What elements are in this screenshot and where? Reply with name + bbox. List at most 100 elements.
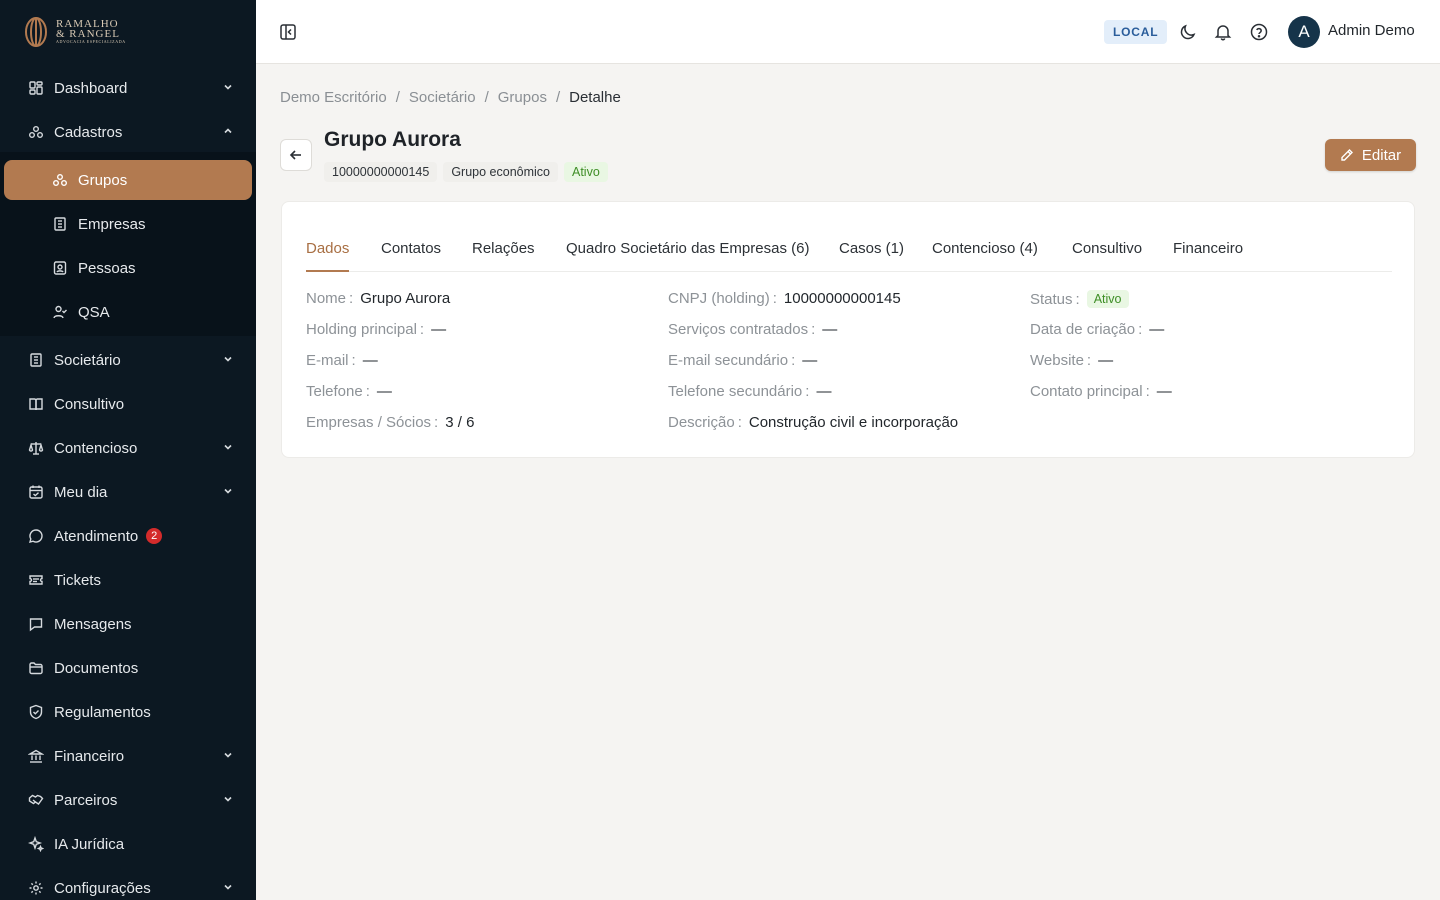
sidebar-subitem-label: Grupos — [78, 171, 128, 189]
sidebar-toggle-icon[interactable] — [278, 22, 298, 42]
tab-relacoes[interactable]: Relações — [472, 240, 535, 257]
field-value: Grupo Aurora — [360, 290, 451, 307]
sidebar-item-ia-juridica[interactable]: IA Jurídica — [0, 824, 256, 864]
dashboard-icon — [28, 80, 44, 96]
chat-icon — [28, 528, 44, 544]
field-value: — — [1156, 383, 1172, 400]
sidebar-item-consultivo[interactable]: Consultivo — [0, 384, 256, 424]
tab-financeiro[interactable]: Financeiro — [1173, 240, 1243, 257]
status-badge: Ativo — [1086, 290, 1129, 308]
sidebar-item-label: Dashboard — [54, 79, 128, 97]
field-empresas-socios: Empresas / Sócios: 3 / 6 — [306, 414, 475, 431]
sidebar-item-label: Tickets — [54, 571, 101, 589]
sidebar-subitem-pessoas[interactable]: Pessoas — [4, 248, 252, 288]
sidebar-subitem-label: QSA — [78, 303, 110, 321]
bell-icon[interactable] — [1213, 22, 1233, 42]
bank-icon — [28, 748, 44, 764]
field-data-criacao: Data de criação: — — [1030, 321, 1165, 338]
sidebar-item-label: Contencioso — [54, 439, 138, 457]
gear-icon — [28, 880, 44, 896]
brand-logo[interactable]: RAMALHO & RANGEL ADVOCACIA ESPECIALIZADA — [0, 0, 256, 64]
sidebar-item-label: Configurações — [54, 879, 151, 897]
field-value: — — [816, 383, 832, 400]
edit-button[interactable]: Editar — [1325, 139, 1416, 171]
status-badge: Ativo — [564, 162, 608, 182]
breadcrumb-current: Detalhe — [569, 89, 621, 106]
chevron-down-icon — [222, 881, 234, 893]
header-meta: 10000000000145 Grupo econômico Ativo — [324, 162, 608, 182]
field-value: — — [431, 321, 447, 338]
field-website: Website: — — [1030, 352, 1114, 369]
field-label: Data de criação — [1030, 321, 1136, 338]
sidebar-item-mensagens[interactable]: Mensagens — [0, 604, 256, 644]
field-value: — — [822, 321, 838, 338]
sidebar-item-regulamentos[interactable]: Regulamentos — [0, 692, 256, 732]
moon-icon[interactable] — [1178, 22, 1198, 42]
shield-icon — [28, 704, 44, 720]
sidebar-item-documentos[interactable]: Documentos — [0, 648, 256, 688]
field-label: Telefone — [306, 383, 363, 400]
tab-contatos[interactable]: Contatos — [381, 240, 441, 257]
field-label: E-mail — [306, 352, 349, 369]
sidebar-item-tickets[interactable]: Tickets — [0, 560, 256, 600]
tab-dados[interactable]: Dados — [306, 240, 349, 257]
sidebar-item-parceiros[interactable]: Parceiros — [0, 780, 256, 820]
field-holding-principal: Holding principal: — — [306, 321, 447, 338]
book-icon — [28, 396, 44, 412]
sidebar-item-meu-dia[interactable]: Meu dia — [0, 472, 256, 512]
field-value: — — [362, 352, 378, 369]
sidebar-item-financeiro[interactable]: Financeiro — [0, 736, 256, 776]
sidebar-item-contencioso[interactable]: Contencioso — [0, 428, 256, 468]
breadcrumb-link[interactable]: Societário — [409, 89, 476, 106]
field-cnpj-holding: CNPJ (holding): 10000000000145 — [668, 290, 901, 307]
field-value: — — [1149, 321, 1165, 338]
breadcrumb-link[interactable]: Demo Escritório — [280, 89, 387, 106]
chevron-up-icon — [222, 125, 234, 137]
help-icon[interactable] — [1249, 22, 1269, 42]
sidebar-item-dashboard[interactable]: Dashboard — [0, 68, 256, 108]
notification-count-badge: 2 — [146, 528, 163, 544]
folder-icon — [28, 660, 44, 676]
page-title: Grupo Aurora — [324, 128, 461, 151]
edit-button-label: Editar — [1361, 146, 1402, 164]
field-label: Empresas / Sócios — [306, 414, 432, 431]
tab-quadro-societario[interactable]: Quadro Societário das Empresas (6) — [566, 240, 809, 257]
environment-badge: LOCAL — [1104, 20, 1168, 44]
groups-icon — [28, 124, 44, 140]
field-label: Serviços contratados — [668, 321, 809, 338]
sidebar-subitem-grupos[interactable]: Grupos — [4, 160, 252, 200]
tab-contencioso[interactable]: Contencioso (4) — [932, 240, 1038, 257]
user-name[interactable]: Admin Demo — [1328, 22, 1415, 39]
sidebar-subitem-qsa[interactable]: QSA — [4, 292, 252, 332]
user-check-icon — [52, 304, 68, 320]
brand-name-line2: & RANGEL — [56, 28, 120, 40]
back-button[interactable] — [280, 139, 312, 171]
chevron-down-icon — [222, 81, 234, 93]
field-label: E-mail secundário — [668, 352, 789, 369]
chevron-down-icon — [222, 441, 234, 453]
sidebar-item-configuracoes[interactable]: Configurações — [0, 868, 256, 900]
sidebar-item-cadastros[interactable]: Cadastros — [0, 112, 256, 152]
sidebar-item-label: Societário — [54, 351, 121, 369]
sidebar-subitem-empresas[interactable]: Empresas — [4, 204, 252, 244]
sidebar: RAMALHO & RANGEL ADVOCACIA ESPECIALIZADA… — [0, 0, 256, 900]
field-telefone-secundario: Telefone secundário: — — [668, 383, 832, 400]
scale-icon — [28, 440, 44, 456]
avatar[interactable]: A — [1288, 16, 1320, 48]
breadcrumb-link[interactable]: Grupos — [498, 89, 547, 106]
tab-bar: Dados Contatos Relações Quadro Societári… — [306, 226, 1392, 272]
sidebar-item-atendimento[interactable]: Atendimento 2 — [0, 516, 256, 556]
field-label: CNPJ (holding) — [668, 290, 770, 307]
calendar-icon — [28, 484, 44, 500]
sidebar-item-label: Mensagens — [54, 615, 132, 633]
sidebar-item-label: Cadastros — [54, 123, 123, 141]
ticket-icon — [28, 572, 44, 588]
field-descricao: Descrição: Construção civil e incorporaç… — [668, 414, 959, 431]
tab-casos[interactable]: Casos (1) — [839, 240, 904, 257]
sidebar-item-societario[interactable]: Societário — [0, 340, 256, 380]
type-chip: Grupo econômico — [443, 162, 558, 182]
pencil-icon — [1341, 149, 1353, 161]
sidebar-item-label: Financeiro — [54, 747, 125, 765]
sidebar-subitem-label: Empresas — [78, 215, 146, 233]
tab-consultivo[interactable]: Consultivo — [1072, 240, 1142, 257]
